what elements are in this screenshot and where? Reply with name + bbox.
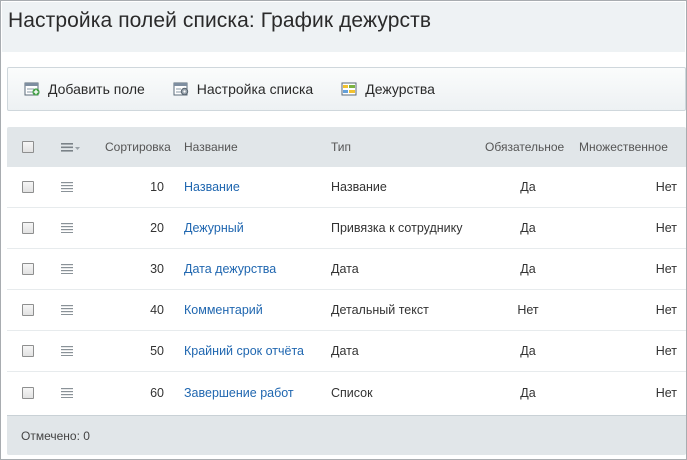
- selected-count: Отмечено: 0: [21, 428, 90, 443]
- field-name-link[interactable]: Завершение работ: [184, 372, 324, 413]
- page-title: Настройка полей списка: График дежурств: [8, 9, 432, 32]
- sort-value: 40: [150, 303, 164, 317]
- drag-handle-icon[interactable]: [61, 264, 75, 274]
- title-bar: Настройка полей списка: График дежурств: [2, 2, 685, 52]
- add-field-button[interactable]: Добавить поле: [20, 74, 149, 104]
- drag-handle-icon[interactable]: [61, 305, 75, 315]
- table-row: 40 Комментарий Детальный текст Нет Нет: [7, 290, 686, 331]
- sort-value: 30: [150, 262, 164, 276]
- header-required[interactable]: Обязательное: [485, 127, 579, 167]
- row-checkbox[interactable]: [22, 222, 34, 234]
- duty-list-icon: [341, 82, 357, 96]
- drag-handle-cell[interactable]: [61, 372, 81, 413]
- table-row: 30 Дата дежурства Дата Да Нет: [7, 249, 686, 290]
- list-settings-label: Настройка списка: [196, 81, 314, 97]
- table-row: 20 Дежурный Привязка к сотруднику Да Нет: [7, 208, 686, 249]
- required-value: Да: [520, 385, 536, 400]
- field-name-link[interactable]: Крайний срок отчёта: [184, 331, 324, 371]
- field-name-link[interactable]: Дата дежурства: [184, 249, 324, 289]
- row-checkbox[interactable]: [22, 345, 34, 357]
- field-type: Привязка к сотруднику: [331, 221, 463, 235]
- drag-handle-cell[interactable]: [61, 249, 81, 289]
- row-checkbox[interactable]: [22, 304, 34, 316]
- field-type: Название: [331, 180, 387, 194]
- field-type: Дата: [331, 262, 359, 276]
- table-footer: Отмечено: 0: [7, 415, 686, 455]
- table-header: Сортировка Название Тип Обязательное Мно…: [7, 127, 686, 167]
- toolbar: Добавить поле Настройка списка Дежурства: [7, 67, 686, 111]
- duty-list-button[interactable]: Дежурства: [337, 74, 439, 104]
- table-row: 10 Название Название Да Нет: [7, 167, 686, 208]
- required-value: Да: [520, 262, 536, 276]
- add-field-icon: [24, 82, 40, 96]
- field-type: Список: [331, 385, 373, 400]
- list-fields-settings-window: Настройка полей списка: График дежурств …: [0, 0, 687, 460]
- drag-handle-cell[interactable]: [61, 208, 81, 248]
- duty-list-label: Дежурства: [365, 81, 435, 97]
- header-name[interactable]: Название: [184, 127, 324, 167]
- multiple-value: Нет: [655, 262, 677, 276]
- list-settings-button[interactable]: Настройка списка: [169, 74, 317, 104]
- multiple-value: Нет: [655, 180, 677, 194]
- drag-handle-icon[interactable]: [61, 182, 75, 192]
- sort-value: 20: [150, 221, 164, 235]
- required-value: Нет: [517, 303, 539, 317]
- required-value: Да: [520, 221, 536, 235]
- header-type[interactable]: Тип: [331, 127, 481, 167]
- sort-value: 60: [150, 385, 164, 400]
- drag-handle-icon[interactable]: [61, 346, 75, 356]
- multiple-value: Нет: [655, 221, 677, 235]
- row-checkbox[interactable]: [22, 263, 34, 275]
- multiple-value: Нет: [655, 344, 677, 358]
- field-name-link[interactable]: Комментарий: [184, 290, 324, 330]
- required-value: Да: [520, 344, 536, 358]
- drag-handle-icon[interactable]: [61, 387, 75, 398]
- field-type: Дата: [331, 344, 359, 358]
- table-row: 60 Завершение работ Список Да Нет: [7, 372, 686, 413]
- multiple-value: Нет: [655, 303, 677, 317]
- row-checkbox[interactable]: [22, 181, 34, 193]
- required-value: Да: [520, 180, 536, 194]
- field-name-link[interactable]: Дежурный: [184, 208, 324, 248]
- drag-handle-cell[interactable]: [61, 167, 81, 207]
- field-name-link[interactable]: Название: [184, 167, 324, 207]
- sort-value: 50: [150, 344, 164, 358]
- list-settings-icon: [173, 82, 188, 96]
- select-all-cell: [22, 127, 36, 167]
- add-field-label: Добавить поле: [48, 81, 145, 97]
- fields-table: Сортировка Название Тип Обязательное Мно…: [7, 127, 686, 457]
- drag-handle-cell[interactable]: [61, 331, 81, 371]
- field-type: Детальный текст: [331, 303, 429, 317]
- column-menu-cell[interactable]: [61, 127, 81, 167]
- multiple-value: Нет: [655, 385, 677, 400]
- drag-handle-icon[interactable]: [61, 223, 75, 233]
- table-row: 50 Крайний срок отчёта Дата Да Нет: [7, 331, 686, 372]
- select-all-checkbox[interactable]: [22, 141, 34, 153]
- row-checkbox[interactable]: [22, 386, 34, 399]
- header-multiple[interactable]: Множественное: [579, 127, 677, 167]
- column-menu-icon[interactable]: [61, 141, 81, 153]
- drag-handle-cell[interactable]: [61, 290, 81, 330]
- sort-value: 10: [150, 180, 164, 194]
- header-sort[interactable]: Сортировка: [105, 127, 172, 167]
